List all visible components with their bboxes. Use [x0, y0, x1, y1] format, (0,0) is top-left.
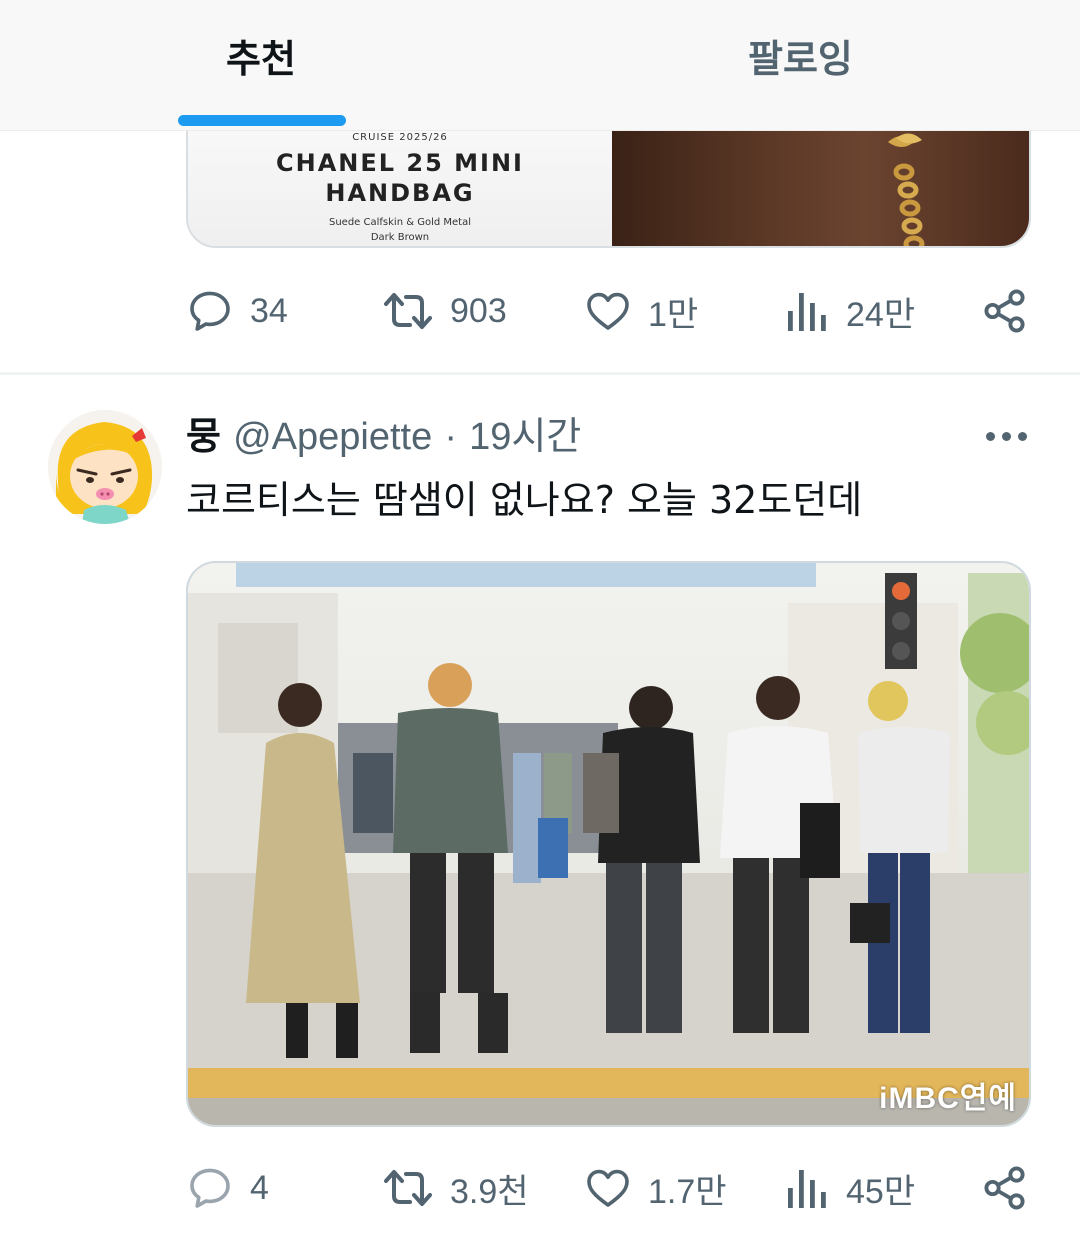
tweet2-action-bar: 4 3.9천 1.7만 45만	[186, 1158, 1036, 1218]
avatar[interactable]	[48, 410, 162, 524]
tweet-text: 코르티스는 땀샘이 없나요? 오늘 32도던데	[186, 478, 863, 522]
retweet-button[interactable]: 903	[382, 281, 507, 341]
promo-sub-line2: Dark Brown	[370, 232, 430, 243]
reply-icon	[190, 291, 230, 331]
user-handle[interactable]: @Apepiette	[233, 416, 432, 458]
reply-icon	[190, 1168, 230, 1208]
more-button[interactable]	[984, 422, 1030, 450]
group-photo	[188, 563, 1029, 1125]
separator-dot: ·	[444, 416, 457, 458]
share-icon	[984, 1166, 1025, 1210]
views-count: 45만	[846, 1172, 916, 1211]
gold-chain-icon	[888, 133, 925, 246]
views-button[interactable]: 24만	[786, 281, 915, 341]
tweet-header: 뭉 @Apepiette · 19시간	[186, 410, 581, 462]
tweet-divider	[0, 372, 1080, 375]
reply-button[interactable]: 4	[186, 1158, 269, 1218]
retweet-count: 3.9천	[450, 1172, 529, 1211]
like-button[interactable]: 1.7만	[584, 1158, 727, 1218]
tab-recommended-label: 추천	[226, 37, 296, 81]
promo-kicker: CRUISE 2025/26	[352, 132, 448, 143]
tab-following-label: 팔로잉	[748, 37, 853, 81]
tweet2-media[interactable]: iMBC연예	[186, 561, 1031, 1127]
retweet-button[interactable]: 3.9천	[382, 1158, 529, 1218]
share-button[interactable]	[982, 1158, 1028, 1218]
retweet-count: 903	[450, 291, 507, 330]
tweet-time[interactable]: 19시간	[469, 416, 581, 458]
retweet-icon	[384, 293, 432, 329]
heart-icon	[587, 292, 629, 330]
like-button[interactable]: 1만	[584, 281, 698, 341]
tweet1-action-bar: 34 903 1만 24만	[186, 281, 1036, 341]
promo-title: CHANEL 25 MINI HANDBAG	[188, 148, 612, 208]
promo-sub-line1: Suede Calfskin & Gold Metal	[329, 217, 471, 228]
views-count: 24만	[846, 295, 916, 334]
like-count: 1만	[648, 295, 699, 334]
reply-button[interactable]: 34	[186, 281, 288, 341]
views-button[interactable]: 45만	[786, 1158, 915, 1218]
cartoon-avatar-icon	[48, 410, 162, 524]
views-icon	[788, 293, 826, 331]
tab-following[interactable]: 팔로잉	[690, 0, 920, 128]
share-button[interactable]	[982, 281, 1028, 341]
reply-count: 4	[250, 1168, 269, 1207]
like-count: 1.7만	[648, 1172, 727, 1211]
share-icon	[984, 289, 1025, 333]
reply-count: 34	[250, 291, 288, 330]
tab-recommended[interactable]: 추천	[170, 0, 360, 128]
promo-title-line1: CHANEL 25 MINI	[276, 149, 524, 177]
timeline-tabs: 추천 팔로잉	[0, 0, 1080, 131]
retweet-icon	[384, 1170, 432, 1206]
photo-watermark: iMBC연예	[879, 1082, 1017, 1115]
promo-subtitle: Suede Calfskin & Gold Metal Dark Brown	[188, 215, 612, 245]
views-icon	[788, 1170, 826, 1208]
promo-title-line2: HANDBAG	[325, 179, 475, 207]
display-name[interactable]: 뭉	[186, 414, 221, 458]
active-tab-indicator	[178, 115, 346, 126]
heart-icon	[587, 1169, 629, 1207]
